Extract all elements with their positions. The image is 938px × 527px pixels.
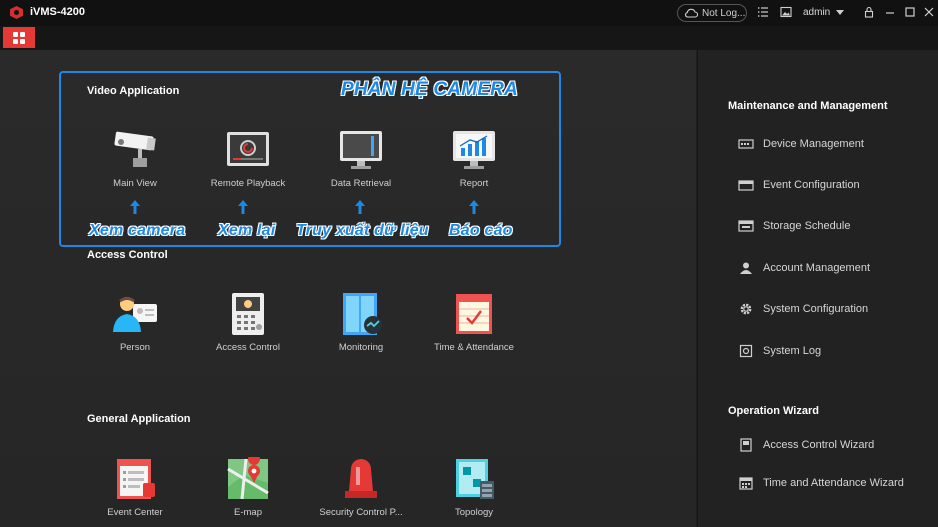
close-icon[interactable] — [923, 6, 935, 18]
access-control-title: Access Control — [87, 249, 168, 261]
annotation-playback: Xem lại — [218, 222, 276, 239]
account-icon — [738, 261, 754, 275]
topology-icon — [450, 457, 498, 501]
calendar-icon — [450, 292, 498, 336]
door-station-icon — [224, 292, 272, 336]
door-monitor-icon — [337, 292, 385, 336]
monitoring-label: Monitoring — [338, 342, 384, 353]
menu-label: Storage Schedule — [763, 220, 851, 232]
chevron-down-icon[interactable] — [836, 10, 844, 15]
arrow-up-icon — [355, 200, 365, 214]
event-center-label: Event Center — [107, 507, 163, 518]
monitoring-app[interactable]: Monitoring — [306, 292, 416, 353]
menu-access-control-wizard[interactable]: Access Control Wizard — [738, 438, 874, 452]
maintenance-title: Maintenance and Management — [728, 100, 888, 112]
time-attendance-app[interactable]: Time & Attendance — [419, 292, 529, 353]
right-panel — [697, 50, 938, 527]
cloud-icon — [685, 8, 698, 18]
cloud-status-text: Not Log... — [702, 7, 746, 19]
menu-label: Device Management — [763, 138, 864, 150]
menu-system-configuration[interactable]: System Configuration — [738, 302, 868, 316]
event-config-icon — [738, 178, 754, 192]
menu-label: System Log — [763, 345, 822, 357]
arrow-up-icon — [469, 200, 479, 214]
e-map-label: E-map — [234, 507, 262, 518]
toolbar — [0, 26, 938, 50]
calendar-wizard-icon — [738, 476, 754, 490]
app-title: iVMS-4200 — [30, 6, 86, 18]
picture-icon[interactable] — [780, 6, 792, 18]
security-control-label: Security Control P... — [319, 507, 403, 518]
person-label: Person — [119, 342, 151, 353]
device-icon — [738, 137, 754, 151]
menu-time-attendance-wizard[interactable]: Time and Attendance Wizard — [738, 476, 904, 490]
map-icon — [224, 453, 272, 501]
app-logo-icon — [10, 6, 23, 19]
e-map-app[interactable]: E-map — [193, 453, 303, 518]
alarm-light-icon — [337, 457, 385, 501]
access-control-label: Access Control — [216, 342, 280, 353]
menu-label: System Configuration — [763, 303, 869, 315]
cloud-login-status[interactable]: Not Log... — [677, 4, 747, 22]
general-application-title: General Application — [87, 413, 191, 425]
menu-account-management[interactable]: Account Management — [738, 261, 870, 275]
time-attendance-label: Time & Attendance — [434, 342, 514, 353]
annotation-report: Báo cáo — [449, 222, 513, 239]
menu-device-management[interactable]: Device Management — [738, 137, 864, 151]
annotation-data-retrieval: Truy xuất dữ liệu — [296, 222, 429, 239]
operation-wizard-title: Operation Wizard — [728, 405, 819, 417]
menu-system-log[interactable]: System Log — [738, 344, 821, 358]
maximize-icon[interactable] — [904, 6, 916, 18]
annotation-title: PHÂN HỆ CAMERA — [341, 79, 518, 100]
storage-icon — [738, 219, 754, 233]
menu-label: Account Management — [763, 262, 871, 274]
user-name[interactable]: admin — [803, 7, 830, 18]
topology-app[interactable]: Topology — [419, 457, 529, 518]
title-bar: iVMS-4200 Not Log... admin — [0, 0, 938, 26]
menu-label: Event Configuration — [763, 179, 860, 191]
task-list-icon[interactable] — [757, 6, 769, 18]
arrow-up-icon — [130, 200, 140, 214]
menu-label: Time and Attendance Wizard — [763, 477, 904, 489]
topology-label: Topology — [454, 507, 494, 518]
security-control-app[interactable]: Security Control P... — [306, 457, 416, 518]
menu-event-configuration[interactable]: Event Configuration — [738, 178, 860, 192]
home-grid-button[interactable] — [3, 27, 35, 48]
menu-storage-schedule[interactable]: Storage Schedule — [738, 219, 850, 233]
wizard-icon — [738, 438, 754, 452]
minimize-icon[interactable] — [884, 6, 896, 18]
person-icon — [111, 292, 159, 336]
person-app[interactable]: Person — [80, 292, 190, 353]
access-control-app[interactable]: Access Control — [193, 292, 303, 353]
lock-icon[interactable] — [863, 6, 875, 18]
annotation-main-view: Xem camera — [89, 222, 186, 239]
arrow-up-icon — [238, 200, 248, 214]
gear-icon — [738, 302, 754, 316]
event-center-app[interactable]: Event Center — [80, 457, 190, 518]
event-icon — [111, 457, 159, 501]
log-icon — [738, 344, 754, 358]
menu-label: Access Control Wizard — [763, 439, 875, 451]
